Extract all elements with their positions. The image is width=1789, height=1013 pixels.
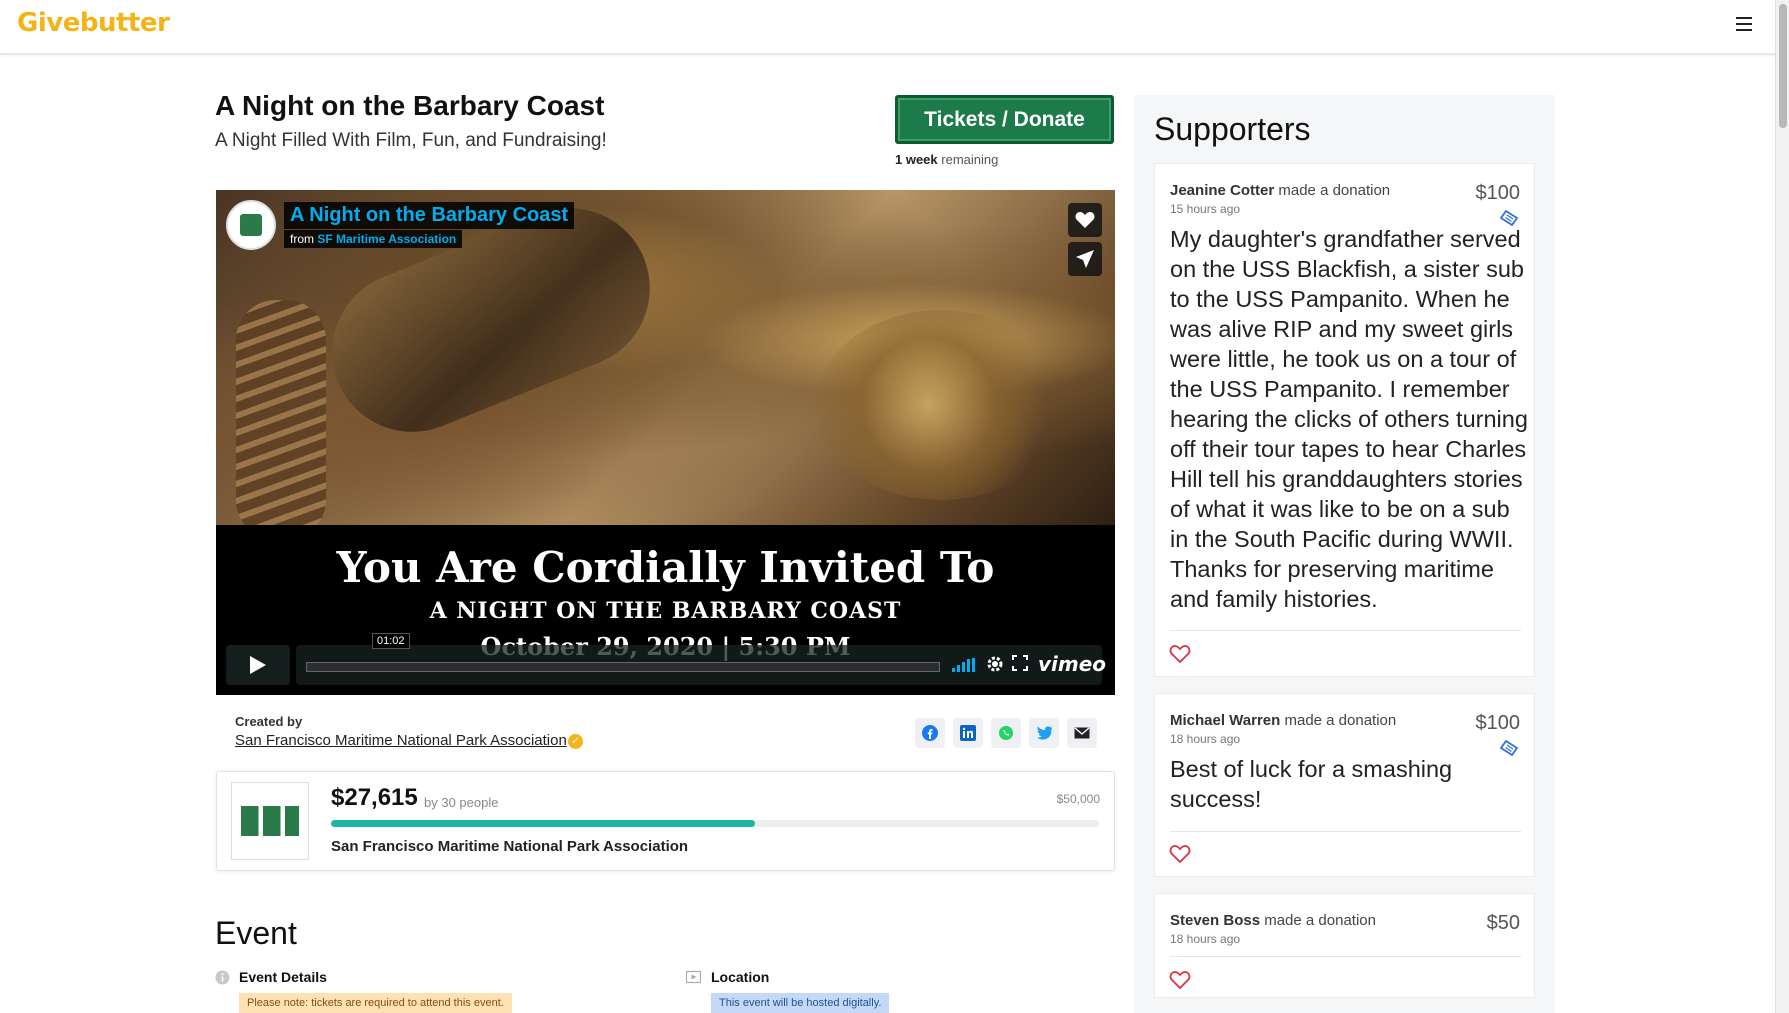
linkedin-icon [960, 725, 976, 741]
email-icon [1074, 727, 1090, 739]
video-channel-link[interactable]: SF Maritime Association [317, 232, 456, 246]
supporter-message: Best of luck for a smashing success! [1170, 756, 1453, 812]
supporter-action: made a donation [1278, 182, 1391, 199]
supporter-name-line: Jeanine Cotter made a donation [1170, 182, 1390, 199]
whatsapp-icon [999, 726, 1013, 740]
supporter-time: 18 hours ago [1170, 932, 1241, 946]
video-location-icon [686, 970, 701, 984]
video-from-label: from [290, 232, 318, 246]
share-video-button[interactable] [1068, 242, 1102, 276]
share-linkedin-button[interactable] [953, 718, 983, 748]
fundraising-goal: $50,000 [1056, 792, 1100, 806]
donation-amount: $100 [1475, 712, 1521, 734]
share-twitter-button[interactable] [1029, 718, 1059, 748]
creator-link[interactable]: San Francisco Maritime National Park Ass… [235, 732, 567, 749]
organization-logo[interactable] [231, 782, 309, 860]
supporter-card: Steven Boss made a donation 18 hours ago… [1154, 893, 1535, 998]
supporter-name: Michael Warren [1170, 712, 1281, 729]
play-button[interactable] [226, 645, 290, 685]
supporters-heading: Supporters [1154, 111, 1311, 147]
video-subheadline: A NIGHT ON THE BARBARY COAST [429, 598, 902, 624]
heart-outline-icon[interactable] [1169, 970, 1191, 990]
channel-avatar[interactable] [226, 200, 276, 250]
video-headline: You Are Cordially Invited To [336, 543, 995, 592]
supporter-time: 18 hours ago [1170, 732, 1241, 746]
amount-raised: $27,615 [331, 784, 418, 811]
supporter-message: My daughter's grandfather served on the … [1170, 226, 1528, 612]
share-facebook-button[interactable] [915, 718, 945, 748]
time-remaining: 1 week remaining [895, 152, 998, 167]
video-timestamp: 01:02 [372, 633, 410, 649]
progress-bar-fill [331, 820, 755, 827]
send-icon [1076, 250, 1094, 268]
supporter-name-line: Michael Warren made a donation [1170, 712, 1396, 729]
page-scrollbar[interactable] [1775, 0, 1789, 1013]
supporter-time: 15 hours ago [1170, 202, 1241, 216]
top-navbar: Givebutter [0, 0, 1775, 55]
supporter-card: Michael Warren made a donation 18 hours … [1154, 693, 1535, 877]
video-progress-track[interactable] [306, 662, 940, 672]
donation-amount: $50 [1486, 912, 1520, 934]
supporter-name: Steven Boss [1170, 912, 1261, 929]
location-label: Location [711, 969, 770, 985]
remaining-value: 1 week [895, 152, 938, 167]
organization-name[interactable]: San Francisco Maritime National Park Ass… [331, 838, 688, 855]
info-icon [215, 970, 230, 985]
rope-artwork [236, 300, 326, 540]
card-divider [1170, 956, 1521, 957]
tickets-donate-button[interactable]: Tickets / Donate [895, 95, 1114, 144]
supporter-card: Jeanine Cotter made a donation 15 hours … [1154, 163, 1535, 677]
video-title[interactable]: A Night on the Barbary Coast [284, 202, 575, 229]
video-control-bar: 01:02 vimeo [296, 633, 1106, 685]
supporters-panel: Supporters Jeanine Cotter made a donatio… [1134, 95, 1555, 1013]
twitter-icon [1036, 726, 1052, 740]
campaign-subtitle: A Night Filled With Film, Fun, and Fundr… [215, 130, 607, 151]
event-details-label: Event Details [239, 969, 327, 985]
gear-icon[interactable] [986, 655, 1004, 673]
remaining-label: remaining [937, 152, 999, 167]
video-controls: 01:02 vimeo [226, 633, 1106, 685]
givebutter-logo[interactable]: Givebutter [17, 8, 170, 38]
donor-count: by 30 people [424, 795, 499, 810]
card-divider [1170, 630, 1521, 631]
card-divider [1170, 831, 1521, 832]
progress-bar [331, 820, 1099, 827]
video-byline: from SF Maritime Association [284, 230, 463, 248]
hosted-digitally-note: This event will be hosted digitally. [711, 993, 890, 1013]
scrollbar-thumb[interactable] [1779, 4, 1787, 128]
vimeo-logo[interactable]: vimeo [1038, 652, 1106, 676]
share-whatsapp-button[interactable] [991, 718, 1021, 748]
tickets-required-note: Please note: tickets are required to att… [239, 993, 512, 1013]
facebook-icon [922, 725, 938, 741]
heart-icon [1075, 212, 1095, 228]
hamburger-menu-icon[interactable] [1736, 17, 1752, 31]
sextant-artwork [816, 310, 1066, 500]
verified-badge-icon: ✓ [568, 734, 583, 749]
event-heading: Event [215, 915, 297, 951]
like-video-button[interactable] [1068, 203, 1102, 237]
heart-outline-icon[interactable] [1169, 644, 1191, 664]
video-player[interactable]: You Are Cordially Invited To A NIGHT ON … [216, 190, 1115, 695]
supporter-action: made a donation [1264, 912, 1376, 929]
heart-outline-icon[interactable] [1169, 844, 1191, 864]
volume-icon[interactable] [952, 658, 976, 672]
created-by-label: Created by [235, 714, 303, 729]
donation-amount: $100 [1475, 182, 1521, 204]
campaign-title: A Night on the Barbary Coast [215, 90, 605, 121]
supporter-name: Jeanine Cotter [1170, 182, 1275, 199]
fundraising-progress-card: $27,615 by 30 people $50,000 San Francis… [216, 771, 1115, 871]
share-email-button[interactable] [1067, 718, 1097, 748]
fullscreen-icon[interactable] [1012, 655, 1028, 671]
play-icon [250, 656, 266, 674]
supporter-name-line: Steven Boss made a donation [1170, 912, 1376, 929]
supporter-action: made a donation [1284, 712, 1397, 729]
